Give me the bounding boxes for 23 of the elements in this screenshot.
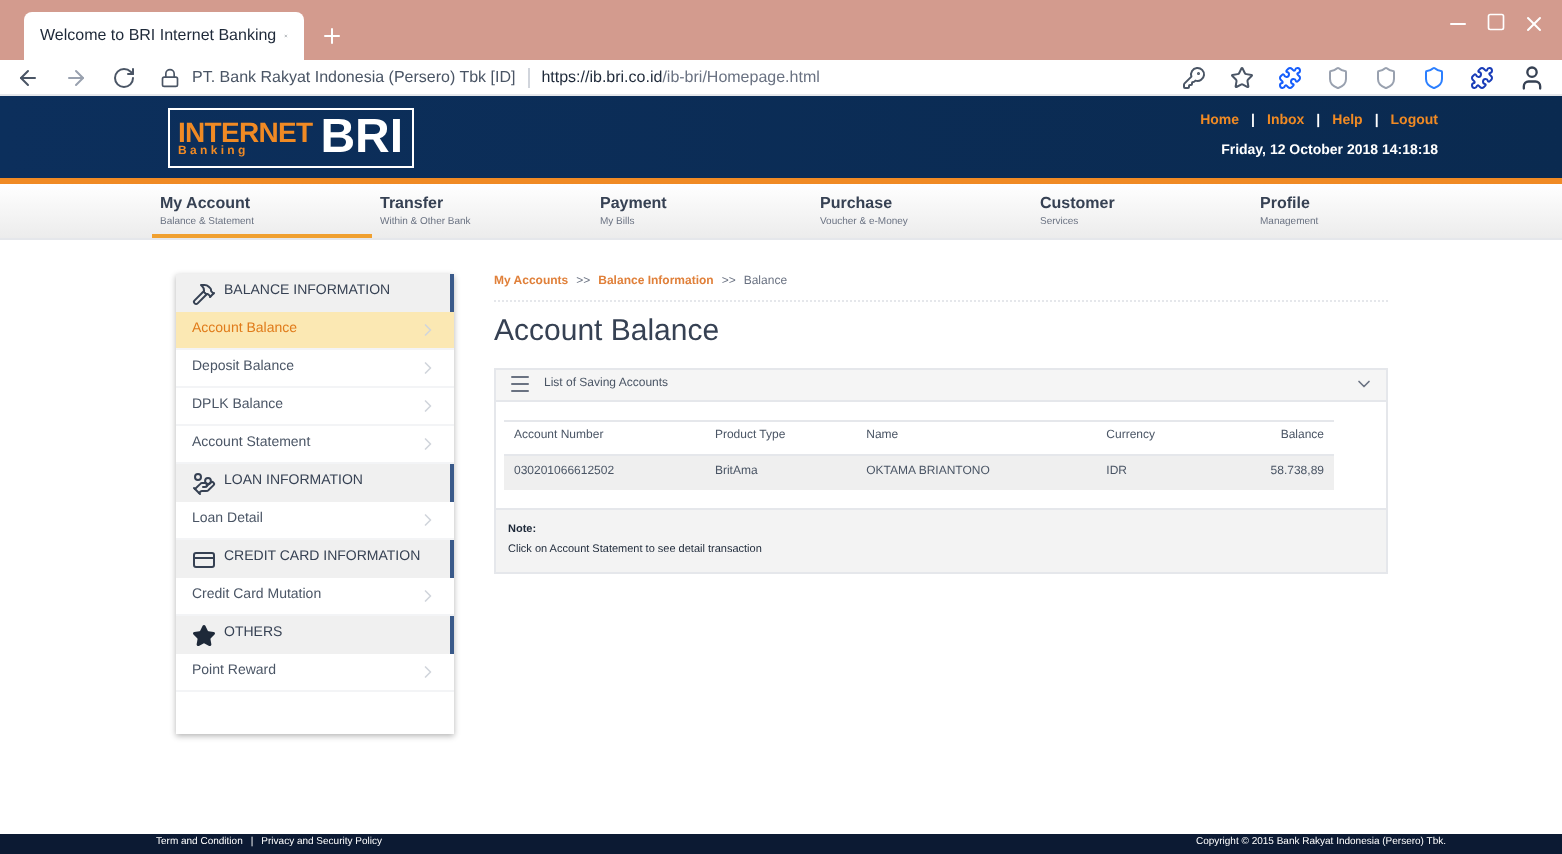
close-icon[interactable] (1522, 12, 1546, 36)
lock-icon (160, 67, 180, 87)
card-icon (192, 547, 216, 571)
back-icon[interactable] (16, 65, 40, 89)
new-tab-icon[interactable] (320, 24, 344, 48)
profile-icon[interactable] (1518, 63, 1546, 91)
forward-icon[interactable] (64, 65, 88, 89)
page-title: Account Balance (494, 312, 722, 352)
address-bar[interactable]: PT. Bank Rakyat Indonesia (Persero) Tbk [ID] https://ib.bri.co.id/ib-bri/Homepage.html (160, 65, 1158, 89)
coins-hand-icon (192, 471, 216, 495)
tab-title: Welcome to BRI Internet Banking (40, 24, 277, 48)
reload-icon[interactable] (112, 65, 136, 89)
site-identity: PT. Bank Rakyat Indonesia (Persero) Tbk [ID] (192, 65, 516, 89)
tools-icon (192, 281, 216, 305)
logo-text: INTERNET (178, 117, 313, 145)
key-icon[interactable] (1182, 65, 1206, 89)
star-icon (192, 623, 216, 647)
maximize-icon[interactable] (1486, 12, 1506, 32)
menu-icon (508, 372, 532, 396)
logo-brand: BRI (320, 113, 404, 161)
bookmark-icon[interactable] (1230, 65, 1254, 89)
browser-tab[interactable]: Welcome to BRI Internet Banking (24, 12, 304, 60)
url-text: https://ib.bri.co.id/ib-bri/Homepage.html (541, 65, 820, 89)
